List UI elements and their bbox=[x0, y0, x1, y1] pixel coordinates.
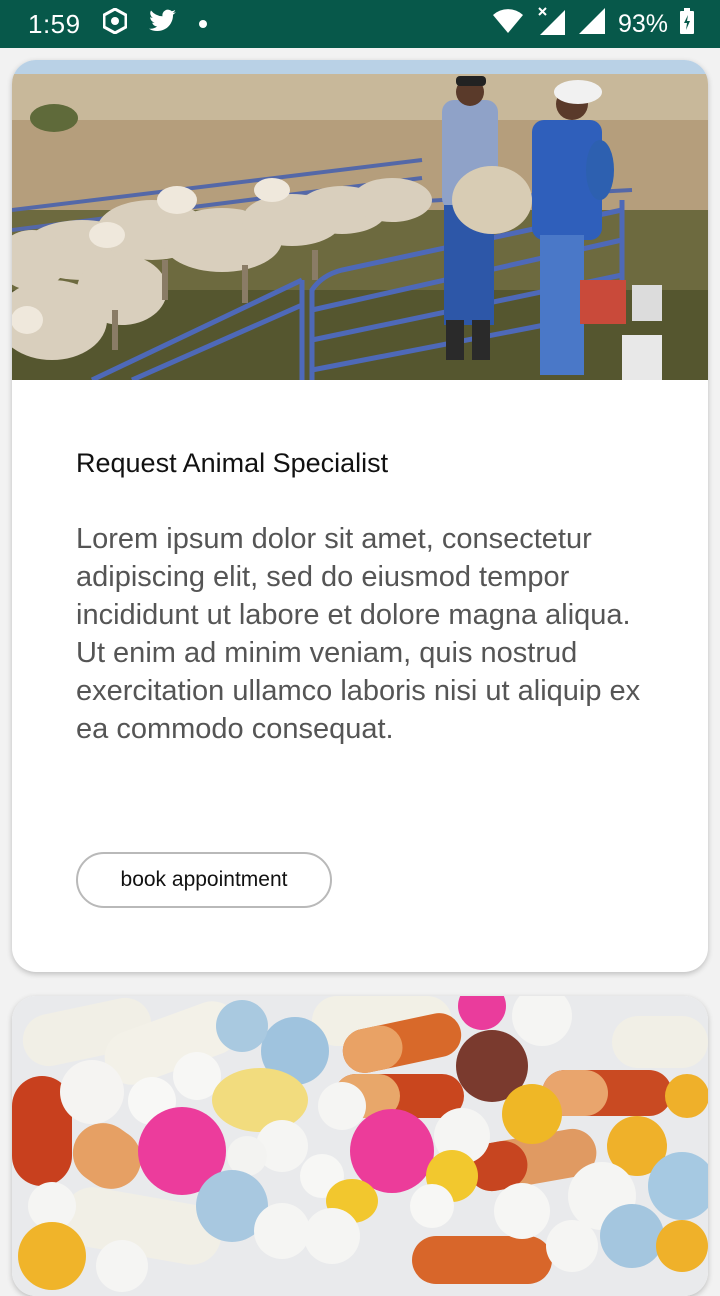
animal-specialist-card: Request Animal Specialist Lorem ipsum do… bbox=[12, 60, 708, 972]
battery-percentage: 93% bbox=[617, 9, 668, 38]
medicine-pills-photo bbox=[12, 996, 708, 1296]
app-notification-icon bbox=[102, 6, 128, 41]
battery-charging-icon bbox=[680, 7, 694, 41]
card-description: Lorem ipsum dolor sit amet, consectetur … bbox=[76, 523, 641, 745]
signal-icon bbox=[578, 7, 606, 42]
status-time: 1:59 bbox=[28, 8, 81, 39]
sheep-farmers-photo bbox=[12, 60, 708, 380]
signal-no-data-icon bbox=[536, 6, 566, 43]
status-bar: 1:59 93% bbox=[0, 0, 720, 48]
medicine-card bbox=[12, 996, 708, 1296]
twitter-icon bbox=[148, 9, 177, 40]
notification-dot-icon bbox=[198, 20, 207, 28]
card-title: Request Animal Specialist bbox=[76, 448, 389, 478]
wifi-icon bbox=[492, 8, 524, 41]
book-appointment-button[interactable]: book appointment bbox=[76, 852, 332, 908]
